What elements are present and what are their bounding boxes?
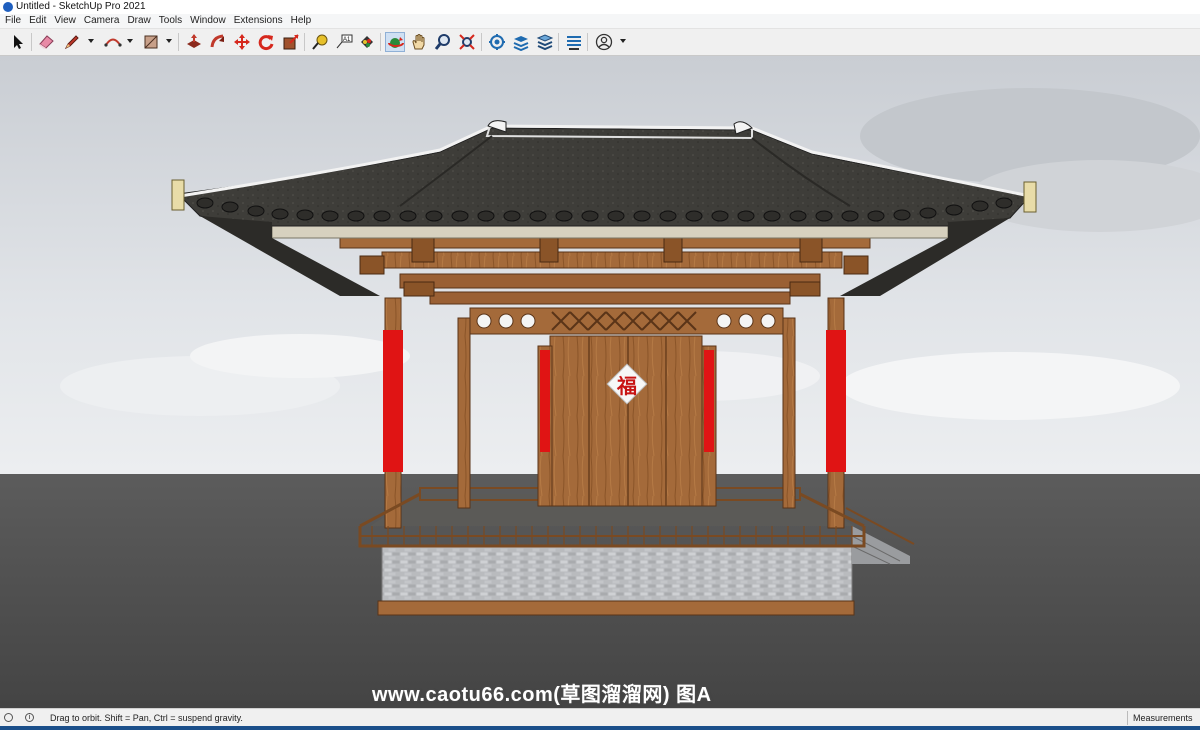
menu-bar: File Edit View Camera Draw Tools Window Extensi…: [0, 14, 1200, 29]
menu-draw[interactable]: Draw: [123, 14, 154, 28]
main-toolbar: A1: [0, 29, 1200, 56]
scale-icon: [283, 34, 299, 50]
door-fu-character: 福: [616, 374, 637, 398]
pan-tool-button[interactable]: [409, 32, 429, 52]
taskbar-strip: [0, 726, 1200, 730]
arc-icon: [104, 38, 122, 47]
styles-button[interactable]: [535, 32, 555, 52]
status-bar: i Drag to orbit. Shift = Pan, Ctrl = sus…: [0, 708, 1200, 727]
arc-dropdown[interactable]: [127, 39, 133, 43]
follow-me-tool-button[interactable]: [208, 32, 228, 52]
menu-extensions[interactable]: Extensions: [230, 14, 287, 28]
menu-file[interactable]: File: [0, 14, 25, 28]
rotate-icon: [258, 35, 274, 51]
layers-icon: [513, 36, 529, 51]
tape-measure-icon: [312, 34, 328, 50]
drawing-area-viewport[interactable]: 福: [0, 56, 1200, 708]
pencil-icon: [64, 35, 79, 50]
window-title: Untitled - SketchUp Pro 2021: [16, 1, 146, 12]
menu-view[interactable]: View: [50, 14, 80, 28]
styles-icon: [536, 34, 554, 51]
rectangle-tool-button[interactable]: [141, 32, 161, 52]
orbit-icon: [388, 37, 404, 48]
select-tool-button[interactable]: [7, 32, 27, 52]
menu-help[interactable]: Help: [287, 14, 316, 28]
menu-camera[interactable]: Camera: [80, 14, 124, 28]
text-tool-button[interactable]: A1: [334, 32, 354, 52]
rotate-tool-button[interactable]: [256, 32, 276, 52]
zoom-tool-button[interactable]: [433, 32, 453, 52]
title-bar: Untitled - SketchUp Pro 2021: [0, 0, 1200, 14]
shadows-icon: [567, 36, 581, 50]
watermark-text: www.caotu66.com(草图溜溜网) 图A: [372, 684, 712, 706]
account-dropdown[interactable]: [620, 39, 626, 43]
move-tool-button[interactable]: [232, 32, 252, 52]
layers-button[interactable]: [511, 32, 531, 52]
tape-measure-tool-button[interactable]: [310, 32, 330, 52]
menu-edit[interactable]: Edit: [25, 14, 50, 28]
status-hint-text: Drag to orbit. Shift = Pan, Ctrl = suspe…: [50, 713, 243, 723]
zoom-extents-tool-button[interactable]: [457, 32, 477, 52]
eraser-tool-button[interactable]: [36, 32, 56, 52]
paint-bucket-tool-button[interactable]: [357, 32, 377, 52]
account-button[interactable]: [594, 32, 614, 52]
info-icon[interactable]: i: [25, 713, 34, 722]
text-icon: A1: [336, 34, 353, 49]
menu-window[interactable]: Window: [186, 14, 230, 28]
follow-me-icon: [210, 34, 224, 48]
components-icon: [489, 34, 505, 50]
menu-tools[interactable]: Tools: [155, 14, 186, 28]
measurements-label: Measurements: [1133, 713, 1193, 723]
paint-bucket-icon: [361, 36, 373, 48]
shadows-button[interactable]: [564, 32, 584, 52]
zoom-extents-icon: [459, 34, 475, 50]
arc-tool-button[interactable]: [103, 32, 123, 52]
status-divider: [1127, 711, 1128, 725]
pencil-tool-button[interactable]: [62, 32, 82, 52]
zoom-icon: [434, 34, 450, 50]
svg-text:A1: A1: [343, 37, 351, 43]
push-pull-icon: [187, 34, 201, 48]
orbit-tool-button[interactable]: [385, 32, 405, 52]
model-scene: 福: [0, 56, 1200, 708]
scale-tool-button[interactable]: [281, 32, 301, 52]
geolocation-icon[interactable]: [4, 713, 13, 722]
eraser-icon: [39, 35, 54, 49]
account-icon: [595, 33, 613, 51]
components-button[interactable]: [487, 32, 507, 52]
sketchup-app-icon: [3, 2, 13, 12]
pan-icon: [412, 34, 425, 50]
shapes-dropdown[interactable]: [166, 39, 172, 43]
push-pull-tool-button[interactable]: [184, 32, 204, 52]
select-icon: [14, 35, 23, 49]
rectangle-icon: [144, 35, 158, 49]
move-icon: [234, 34, 250, 50]
pencil-dropdown[interactable]: [88, 39, 94, 43]
